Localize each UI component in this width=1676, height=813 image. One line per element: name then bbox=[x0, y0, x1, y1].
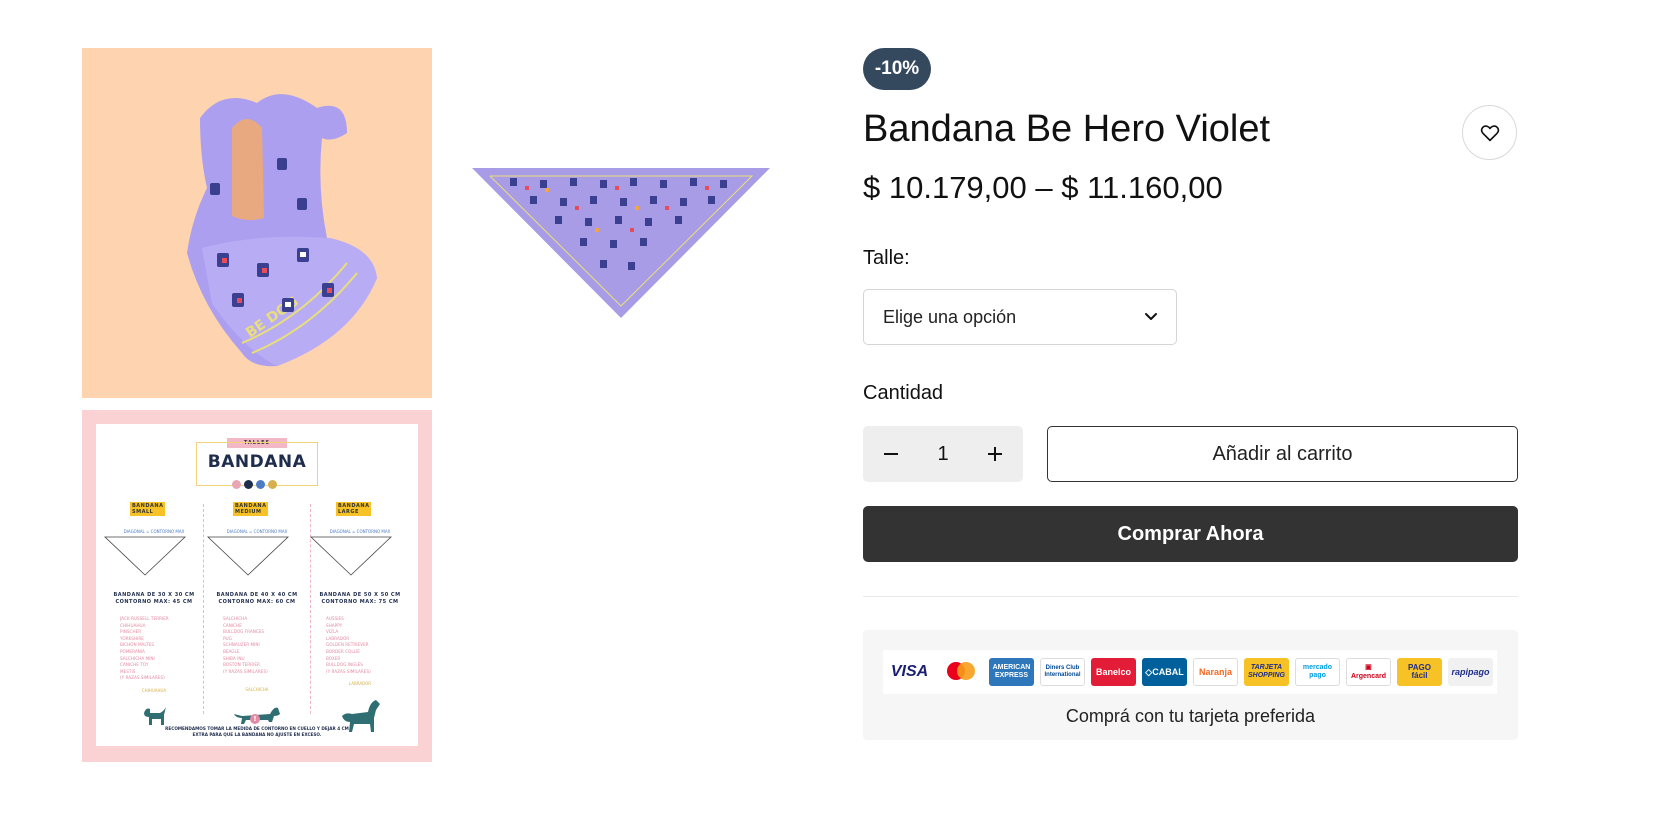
add-to-cart-button[interactable]: Añadir al carrito bbox=[1047, 426, 1518, 482]
size-column-medium: BANDANA MEDIUM DIAGONAL = CONTORNO MAX BA… bbox=[206, 498, 307, 730]
color-dot-blue bbox=[256, 480, 265, 489]
gallery-image-size-chart[interactable]: TALLES BANDANA BANDANA SMALL DIAGONAL = C… bbox=[82, 410, 432, 762]
rapipago-icon: rapipago bbox=[1448, 658, 1493, 686]
payment-logos-strip: VISA AMERICAN EXPRESS Diners Club Internat… bbox=[883, 650, 1497, 694]
product-title: Bandana Be Hero Violet bbox=[863, 108, 1271, 150]
increase-quantity-button[interactable] bbox=[977, 436, 1013, 472]
cabal-icon: ◇CABAL bbox=[1142, 658, 1187, 686]
gallery-image-flat-bandana[interactable] bbox=[470, 48, 772, 398]
dog-label: SALCHICHA bbox=[245, 687, 269, 693]
diagonal-label: DIAGONAL = CONTORNO MAX bbox=[329, 529, 391, 534]
quantity-input[interactable]: 1 bbox=[923, 443, 963, 466]
size-column-small: BANDANA SMALL DIAGONAL = CONTORNO MAX BAN… bbox=[103, 498, 204, 729]
size-select[interactable]: Elige una opción bbox=[863, 289, 1177, 345]
mastercard-circles-icon bbox=[946, 662, 975, 680]
triangle-diagram bbox=[206, 536, 290, 576]
size-tag: BANDANA MEDIUM bbox=[233, 502, 269, 516]
amex-icon: AMERICAN EXPRESS bbox=[989, 658, 1034, 686]
size-dimensions: BANDANA DE 40 X 40 CM CONTORNO MAX: 60 CM bbox=[216, 592, 298, 605]
quantity-stepper: 1 bbox=[863, 426, 1023, 482]
decrease-quantity-button[interactable] bbox=[873, 436, 909, 472]
payment-methods: VISA AMERICAN EXPRESS Diners Club Internat… bbox=[863, 630, 1518, 740]
plus-icon bbox=[988, 447, 1002, 461]
payment-caption: Comprá con tu tarjeta preferida bbox=[1065, 706, 1316, 726]
mercadopago-icon: mercado pago bbox=[1295, 658, 1340, 686]
gallery-image-knotted-bandana[interactable]: BE DOG bbox=[82, 48, 432, 398]
argencard-icon: ▣ Argencard bbox=[1346, 658, 1391, 686]
size-column-large: BANDANA LARGE DIAGONAL = CONTORNO MAX BAN… bbox=[309, 498, 410, 736]
quantity-label: Cantidad bbox=[863, 382, 944, 404]
triangle-diagram bbox=[309, 536, 393, 576]
visa-icon: VISA bbox=[887, 658, 932, 686]
knotted-bandana-image: BE DOG bbox=[187, 94, 377, 367]
pagofacil-icon: PAGO fácil bbox=[1397, 658, 1442, 686]
breed-list: AUSSIES SHAPPY VIZLA LABRADOR GOLDEN RETRIE… bbox=[326, 616, 371, 674]
size-chart-note: RECOMENDAMOS TOMAR LA MEDIDA DE CONTORNO… bbox=[165, 726, 349, 737]
size-tag: BANDANA SMALL bbox=[130, 502, 166, 516]
dog-label: LABRADOR bbox=[348, 681, 372, 687]
minus-icon bbox=[884, 453, 898, 455]
flat-bandana-image bbox=[472, 168, 770, 318]
color-dot-pink bbox=[232, 480, 241, 489]
section-divider bbox=[863, 596, 1518, 597]
price-range: $ 10.179,00 – $ 11.160,00 bbox=[863, 170, 1223, 205]
warning-icon: ! bbox=[250, 714, 260, 724]
wishlist-button[interactable] bbox=[1462, 105, 1517, 160]
size-label: Talle: bbox=[863, 247, 910, 269]
size-dimensions: BANDANA DE 50 X 50 CM CONTORNO MAX: 75 CM bbox=[319, 592, 401, 605]
mastercard-icon bbox=[938, 658, 983, 686]
heart-icon bbox=[1480, 124, 1499, 141]
size-chart-title: BANDANA bbox=[207, 452, 307, 472]
banelco-icon: Banelco bbox=[1091, 658, 1136, 686]
discount-badge: -10% bbox=[863, 48, 931, 90]
size-dimensions: BANDANA DE 30 X 30 CM CONTORNO MAX: 45 CM bbox=[113, 592, 195, 605]
shopping-icon: TARJETA SHOPPING bbox=[1244, 658, 1289, 686]
triangle-diagram bbox=[103, 536, 187, 576]
dog-label: CHIHUAHUA bbox=[141, 687, 167, 693]
chevron-down-icon bbox=[1145, 313, 1157, 320]
diagonal-label: DIAGONAL = CONTORNO MAX bbox=[226, 529, 288, 534]
size-chart: TALLES BANDANA BANDANA SMALL DIAGONAL = C… bbox=[96, 424, 418, 746]
product-gallery: BE DOG TALLES BANDANA BANDANA SMALL DIAG… bbox=[82, 48, 782, 762]
naranja-icon: Naranja bbox=[1193, 658, 1238, 686]
diagonal-label: DIAGONAL = CONTORNO MAX bbox=[123, 529, 185, 534]
breed-list: JACK RUSSELL TERRIER CHIHUAHUA PINSCHER YO… bbox=[120, 616, 169, 681]
breed-list: SALCHICHA CANICHE BULLDOG FRANCES PUG SCHNA… bbox=[223, 616, 268, 674]
size-select-value: Elige una opción bbox=[883, 306, 1017, 327]
buy-now-button[interactable]: Comprar Ahora bbox=[863, 506, 1518, 562]
diners-icon: Diners Club International bbox=[1040, 658, 1085, 686]
size-tag: BANDANA LARGE bbox=[336, 502, 372, 516]
color-dot-navy bbox=[244, 480, 253, 489]
color-dot-gold bbox=[268, 480, 277, 489]
